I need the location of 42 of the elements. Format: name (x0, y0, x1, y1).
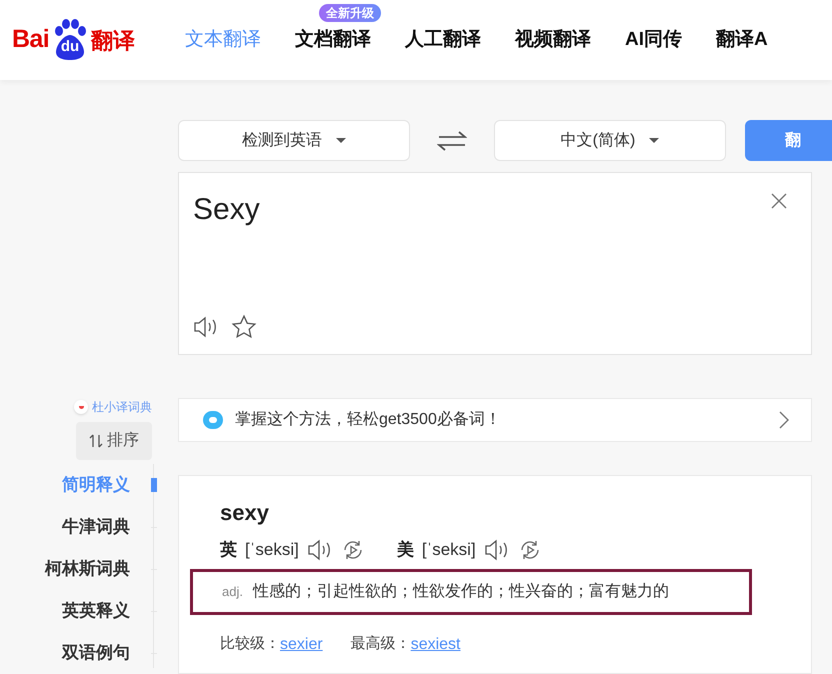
logo-text: Bai (12, 24, 50, 56)
definition-text: 性感的；引起性欲的；性欲发作的；性兴奋的；富有魅力的 (252, 582, 669, 602)
region-label: 美 (396, 539, 414, 561)
nav-tab[interactable]: 翻译A (716, 26, 768, 54)
target-language-select[interactable]: 中文(简体) (494, 120, 726, 161)
chat-bubble-icon (203, 411, 223, 429)
form-label: 最高级： (350, 634, 411, 654)
caret-icon (336, 138, 346, 144)
sort-icon (89, 434, 103, 448)
promo-banner[interactable]: 掌握这个方法，轻松get3500必备词！ (178, 398, 812, 442)
swap-icon[interactable] (437, 130, 467, 152)
speaker-icon[interactable] (484, 538, 510, 561)
active-marker (151, 478, 157, 492)
source-language-select[interactable]: 检测到英语 (178, 120, 410, 161)
paw-logo: du (50, 19, 90, 61)
dictionary-nav-item[interactable]: 柯林斯词典 (45, 556, 130, 582)
banner-text: 掌握这个方法，轻松get3500必备词！ (235, 410, 501, 430)
dictionary-nav-item[interactable]: 双语例句 (62, 640, 130, 666)
logo-text: 翻译 (91, 26, 136, 54)
star-icon[interactable] (231, 314, 257, 340)
nav-tab[interactable]: 视频翻译 (515, 26, 592, 54)
dictionary-nav-item[interactable]: 牛津词典 (62, 514, 130, 540)
form-label: 比较级： (220, 634, 280, 654)
nav-tab[interactable]: AI同传 (625, 26, 682, 54)
caret-icon (649, 138, 660, 144)
part-of-speech: adj. (222, 582, 243, 601)
source-text-field[interactable]: Sexy (193, 187, 753, 232)
region-label: 英 (220, 539, 237, 561)
mascot-icon (74, 400, 88, 414)
dictionary-title: 杜小译词典 (92, 399, 152, 416)
phonetic-text: [ˈseksi] (422, 539, 476, 561)
phonetic-text: [ˈseksi] (245, 539, 299, 561)
new-badge: 全新升级 (319, 4, 382, 22)
nav-tab[interactable]: 文档翻译 (295, 26, 372, 54)
chevron-right-icon (779, 411, 789, 429)
headword: sexy (220, 499, 269, 527)
speaker-icon[interactable] (306, 538, 333, 561)
close-icon[interactable] (771, 193, 787, 209)
sort-button[interactable]: 排序 (76, 422, 152, 460)
speaker-icon[interactable] (193, 316, 219, 338)
nav-tab[interactable]: 人工翻译 (405, 26, 482, 54)
dictionary-nav-item[interactable]: 英英释义 (62, 598, 130, 624)
